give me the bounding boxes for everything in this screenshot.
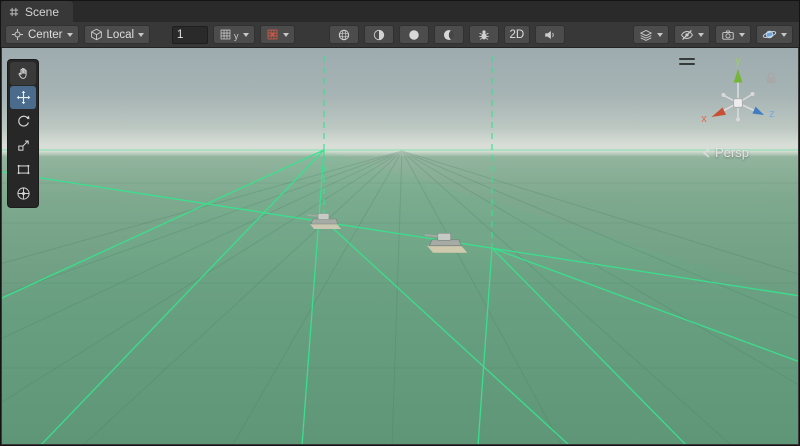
camera-settings-dropdown[interactable]	[715, 25, 751, 44]
view-hand-tool[interactable]	[10, 62, 36, 85]
transform-icon	[16, 186, 31, 201]
pivot-mode-dropdown[interactable]: Center	[5, 25, 79, 44]
y-axis-cone[interactable]	[734, 69, 743, 83]
hand-icon	[16, 66, 31, 81]
orientation-label: Local	[107, 29, 135, 41]
scene-view-window: Scene Center Local y	[0, 0, 800, 446]
projection-toggle[interactable]: Persp	[702, 145, 749, 160]
chevron-down-icon	[657, 33, 663, 37]
chevron-left-icon	[702, 147, 711, 159]
wire-sphere-icon	[337, 28, 351, 42]
tank-object-large	[425, 233, 467, 252]
move-tool[interactable]	[10, 86, 36, 109]
scene-visibility-dropdown[interactable]	[674, 25, 710, 44]
transform-tool[interactable]	[10, 182, 36, 205]
rect-icon	[16, 162, 31, 177]
solid-circle-icon	[407, 28, 421, 42]
crescent-moon-icon	[442, 28, 456, 42]
speaker-icon	[543, 28, 557, 42]
toolbar-right-group	[633, 25, 793, 44]
rect-tool[interactable]	[10, 158, 36, 181]
tab-scene[interactable]: Scene	[1, 1, 73, 22]
chevron-down-icon	[243, 33, 249, 37]
2d-mode-toggle[interactable]: 2D	[504, 25, 531, 44]
shaded-sphere-toggle[interactable]	[364, 25, 394, 44]
grid-axis-label: y	[234, 31, 239, 41]
wire-sphere-toggle[interactable]	[329, 25, 359, 44]
z-axis-cone[interactable]	[753, 107, 765, 115]
pivot-label: Center	[28, 29, 63, 41]
camera-icon	[721, 28, 735, 42]
scene-toolbar: Center Local y	[1, 22, 799, 48]
chevron-down-icon	[739, 33, 745, 37]
shaded-sphere-icon	[372, 28, 386, 42]
move-arrows-icon	[16, 90, 31, 105]
lock-icon[interactable]	[765, 71, 778, 85]
chevron-down-icon	[283, 33, 289, 37]
bug-toggle[interactable]	[469, 25, 499, 44]
orientation-gizmo[interactable]: y x z	[688, 51, 788, 151]
chevron-down-icon	[781, 33, 787, 37]
tab-bar: Scene	[1, 1, 799, 22]
solid-circle-toggle[interactable]	[399, 25, 429, 44]
bug-icon	[477, 28, 491, 42]
gizmo-center-cube[interactable]	[734, 99, 743, 108]
persp-label: Persp	[715, 145, 749, 160]
layers-icon	[639, 28, 653, 42]
orbit-globe-icon	[762, 27, 777, 42]
chevron-down-icon	[67, 33, 73, 37]
2d-label: 2D	[510, 29, 525, 41]
tool-palette	[7, 59, 39, 208]
snap-settings-dropdown[interactable]	[260, 25, 295, 44]
eye-slash-icon	[680, 28, 694, 42]
chevron-down-icon	[138, 33, 144, 37]
scene-viewport[interactable]: y x z Persp	[2, 48, 798, 444]
x-axis-label: x	[701, 113, 707, 125]
tab-label: Scene	[25, 5, 59, 19]
x-axis-cone[interactable]	[712, 108, 727, 118]
scale-icon	[16, 138, 31, 153]
gizmos-dropdown[interactable]	[756, 25, 793, 44]
z-axis-label: z	[769, 108, 775, 120]
orientation-dropdown[interactable]: Local	[84, 25, 151, 44]
scale-tool[interactable]	[10, 134, 36, 157]
crosshair-icon	[11, 28, 24, 41]
grid-icon	[219, 28, 232, 41]
chevron-down-icon	[698, 33, 704, 37]
rotate-tool[interactable]	[10, 110, 36, 133]
crescent-moon-toggle[interactable]	[434, 25, 464, 44]
cube-icon	[90, 28, 103, 41]
grid-size-input[interactable]	[172, 26, 208, 44]
effects-dropdown[interactable]	[633, 25, 669, 44]
snap-grid-icon	[266, 28, 279, 41]
y-axis-label: y	[735, 55, 741, 67]
grid-visibility-dropdown[interactable]: y	[213, 25, 255, 44]
tank-object-small	[307, 214, 341, 230]
audio-toggle[interactable]	[535, 25, 565, 44]
scene-tab-grid-icon	[8, 6, 20, 18]
rotate-icon	[16, 114, 31, 129]
scene-render	[2, 48, 798, 444]
